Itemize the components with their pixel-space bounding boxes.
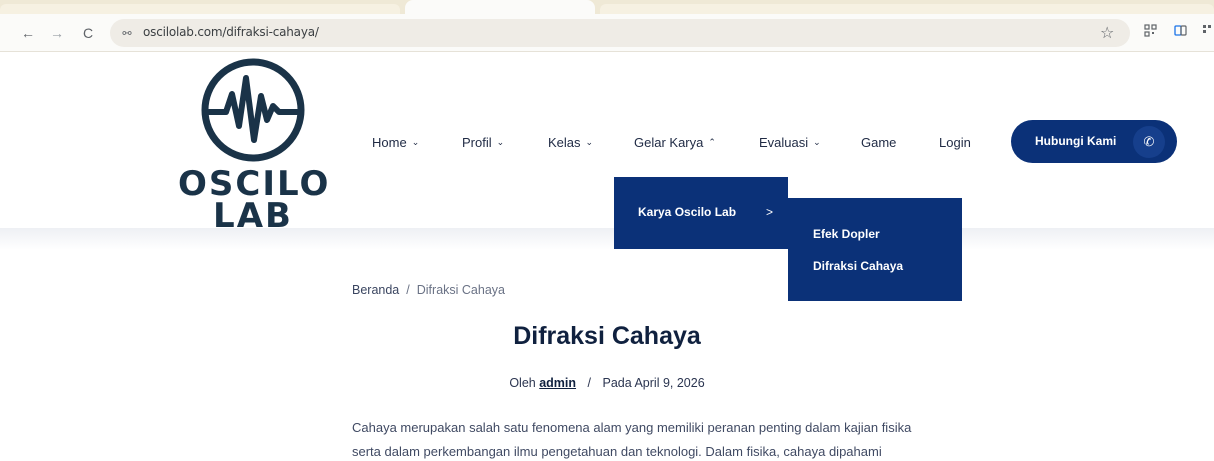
nav-gelar-karya[interactable]: Gelar Karya ⌃ (634, 133, 716, 151)
nav-profil-label: Profil (462, 134, 492, 150)
nav-gelar-karya-label: Gelar Karya (634, 134, 704, 150)
author-prefix: Oleh (509, 376, 536, 390)
back-icon[interactable]: ← (17, 22, 39, 44)
author-link[interactable]: admin (539, 376, 576, 390)
post-meta: Oleh admin / Pada April 9, 2026 (0, 376, 1214, 390)
gelar-karya-dropdown: Karya Oscilo Lab > (614, 177, 788, 249)
chevron-down-icon: ⌄ (585, 136, 594, 147)
url-text[interactable]: oscilolab.com/difraksi-cahaya/ (143, 25, 319, 39)
nav-game[interactable]: Game (861, 133, 896, 151)
chevron-down-icon: ⌄ (411, 136, 420, 147)
paragraph-line: Cahaya merupakan salah satu fenomena ala… (352, 420, 912, 435)
paragraph-line: serta dalam perkembangan ilmu pengetahua… (352, 444, 882, 459)
chevron-up-icon: ⌃ (708, 136, 716, 147)
nav-profil[interactable]: Profil ⌄ (462, 133, 504, 151)
address-bar[interactable]: ⚯ oscilolab.com/difraksi-cahaya/ ☆ (110, 19, 1130, 47)
chevron-down-icon: ⌄ (496, 136, 505, 147)
page-title: Difraksi Cahaya (513, 322, 701, 350)
breadcrumb-separator: / (406, 283, 410, 297)
header-divider (0, 228, 1214, 250)
nav-kelas-label: Kelas (548, 134, 581, 150)
menu-item-karya-oscilo-lab[interactable]: Karya Oscilo Lab (638, 205, 736, 219)
menu-item-efek-dopler[interactable]: Efek Dopler (813, 227, 880, 241)
breadcrumb: Beranda / Difraksi Cahaya (352, 283, 505, 297)
chevron-down-icon: ⌄ (813, 136, 821, 147)
nav-game-label: Game (861, 134, 897, 150)
nav-home-label: Home (372, 134, 407, 150)
oscilloscope-logo-icon (201, 58, 305, 162)
karya-submenu: Efek Dopler Difraksi Cahaya (788, 198, 962, 301)
meta-separator: / (587, 376, 591, 390)
extension-icon[interactable] (1142, 22, 1158, 38)
nav-home[interactable]: Home ⌄ (372, 133, 419, 151)
tab-inactive[interactable] (0, 4, 400, 14)
contact-us-label: Hubungi Kami (1035, 134, 1117, 148)
nav-login-label: Login (939, 134, 971, 150)
contact-us-button[interactable]: Hubungi Kami ✆ (1011, 120, 1177, 163)
article-paragraph: Cahaya merupakan salah satu fenomena ala… (352, 416, 992, 461)
browser-toolbar: ← → C ⚯ oscilolab.com/difraksi-cahaya/ ☆ (0, 14, 1214, 52)
tab-inactive[interactable] (600, 4, 1214, 14)
reload-icon[interactable]: C (77, 22, 99, 44)
tab-strip (0, 0, 1214, 14)
breadcrumb-home-link[interactable]: Beranda (352, 283, 399, 297)
chevron-right-icon: > (766, 205, 774, 219)
breadcrumb-current: Difraksi Cahaya (416, 283, 505, 297)
nav-evaluasi[interactable]: Evaluasi ⌄ (759, 133, 821, 151)
phone-icon: ✆ (1133, 126, 1165, 158)
extensions-menu-icon[interactable] (1199, 22, 1214, 38)
nav-evaluasi-label: Evaluasi (759, 134, 809, 150)
bookmark-star-icon[interactable]: ☆ (1100, 23, 1114, 43)
nav-login[interactable]: Login (939, 133, 971, 151)
forward-icon[interactable]: → (46, 22, 68, 44)
site-logo[interactable]: OSCILO LAB (178, 56, 328, 236)
site-info-icon[interactable]: ⚯ (118, 25, 136, 41)
tab-active[interactable] (405, 0, 595, 14)
menu-item-difraksi-cahaya[interactable]: Difraksi Cahaya (813, 259, 903, 273)
translate-extension-icon[interactable] (1172, 22, 1188, 38)
nav-kelas[interactable]: Kelas ⌄ (548, 133, 593, 151)
post-date: Pada April 9, 2026 (602, 376, 705, 390)
